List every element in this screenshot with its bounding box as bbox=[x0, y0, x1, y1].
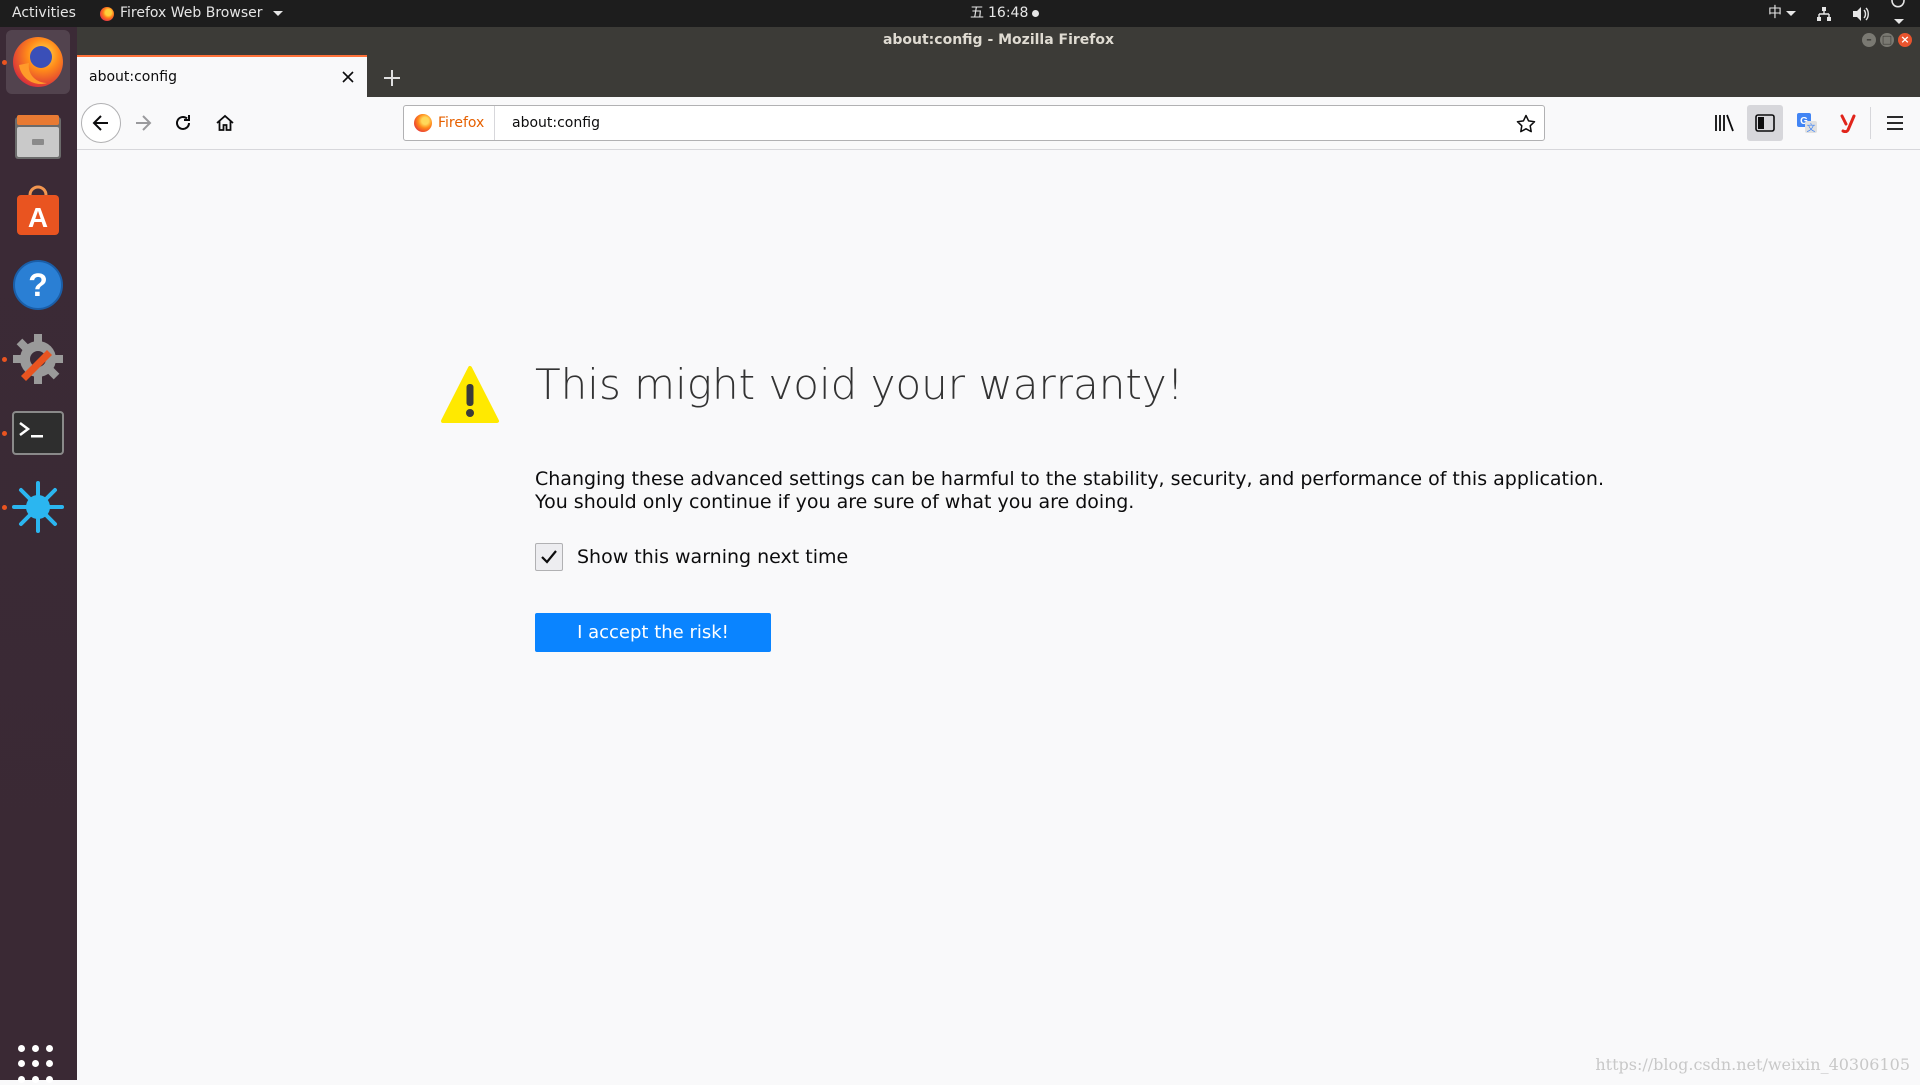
terminal-icon bbox=[12, 411, 64, 455]
files-icon bbox=[15, 115, 61, 159]
chevron-down-icon bbox=[272, 11, 283, 16]
watermark: https://blog.csdn.net/weixin_40306105 bbox=[1595, 1055, 1910, 1074]
running-indicator bbox=[2, 60, 7, 65]
show-warning-checkbox[interactable] bbox=[535, 543, 563, 571]
youdao-extension-button[interactable] bbox=[1830, 105, 1866, 141]
dock-item-files[interactable] bbox=[6, 105, 70, 169]
svg-text:文: 文 bbox=[1806, 122, 1815, 133]
dock-item-app[interactable] bbox=[2, 475, 70, 539]
dock-item-software[interactable]: A bbox=[6, 179, 70, 243]
warning-description-line: Changing these advanced settings can be … bbox=[535, 468, 1604, 490]
show-warning-label[interactable]: Show this warning next time bbox=[577, 545, 848, 569]
arrow-left-icon bbox=[92, 115, 108, 131]
chevron-down-icon bbox=[1786, 10, 1796, 16]
arrow-right-icon bbox=[136, 115, 152, 131]
window-controls: – □ × bbox=[1862, 33, 1912, 47]
firefox-icon bbox=[100, 6, 114, 21]
navigation-toolbar: Firefox about:config G 文 bbox=[77, 97, 1920, 150]
tab-title: about:config bbox=[89, 69, 177, 85]
home-button[interactable] bbox=[207, 105, 243, 141]
firefox-icon bbox=[13, 37, 63, 87]
page-title: This might void your warranty! bbox=[535, 360, 1184, 409]
settings-icon bbox=[13, 334, 63, 384]
clock-day: 五 bbox=[970, 5, 984, 21]
identity-label: Firefox bbox=[438, 115, 485, 131]
library-icon bbox=[1715, 114, 1734, 132]
warning-icon bbox=[441, 366, 499, 423]
url-bar[interactable]: Firefox about:config bbox=[403, 105, 1545, 141]
youdao-icon bbox=[1840, 114, 1856, 133]
reload-button[interactable] bbox=[165, 105, 201, 141]
input-method-label: 中 bbox=[1768, 5, 1782, 21]
dock-item-settings[interactable] bbox=[2, 327, 70, 391]
running-indicator bbox=[2, 357, 7, 362]
forward-button[interactable] bbox=[125, 105, 161, 141]
power-icon bbox=[1891, 0, 1905, 8]
show-applications-button[interactable] bbox=[18, 1045, 58, 1085]
dock: A ? bbox=[0, 27, 77, 1083]
bookmark-star-icon[interactable] bbox=[1516, 114, 1536, 134]
notification-dot-icon bbox=[1032, 10, 1040, 17]
firefox-icon bbox=[414, 114, 432, 132]
dock-item-terminal[interactable] bbox=[2, 401, 70, 465]
tab-about-config[interactable]: about:config bbox=[77, 55, 367, 98]
close-tab-icon[interactable] bbox=[341, 70, 355, 84]
checkmark-icon bbox=[541, 550, 557, 564]
page-content: This might void your warranty! Changing … bbox=[77, 150, 1920, 1080]
reload-icon bbox=[176, 115, 190, 130]
identity-box[interactable]: Firefox bbox=[404, 106, 496, 140]
title-bar: about:config - Mozilla Firefox – □ × abo… bbox=[77, 27, 1920, 98]
home-icon bbox=[216, 114, 234, 131]
firefox-window: about:config - Mozilla Firefox – □ × abo… bbox=[77, 27, 1920, 1080]
dock-item-help[interactable]: ? bbox=[6, 253, 70, 317]
volume-icon[interactable] bbox=[1852, 6, 1870, 22]
top-bar: Activities Firefox Web Browser 五 16:48 中 bbox=[0, 0, 1920, 27]
dock-item-firefox[interactable] bbox=[2, 30, 70, 94]
help-icon: ? bbox=[13, 260, 63, 310]
maximize-button[interactable]: □ bbox=[1880, 33, 1894, 47]
open-menu-button[interactable] bbox=[1877, 105, 1913, 141]
minimize-button[interactable]: – bbox=[1862, 33, 1876, 47]
input-method-indicator[interactable]: 中 bbox=[1768, 0, 1796, 27]
back-button[interactable] bbox=[81, 103, 121, 143]
app-menu[interactable]: Firefox Web Browser bbox=[100, 0, 283, 27]
clock-time: 16:48 bbox=[988, 5, 1029, 21]
translate-extension-button[interactable]: G 文 bbox=[1789, 105, 1825, 141]
svg-text:A: A bbox=[28, 202, 48, 233]
system-tray[interactable]: 中 bbox=[1768, 0, 1906, 27]
sidebar-toggle-button[interactable] bbox=[1747, 105, 1783, 141]
running-indicator bbox=[2, 431, 7, 436]
toolbar-separator bbox=[1870, 107, 1871, 139]
google-translate-icon: G 文 bbox=[1797, 113, 1817, 133]
window-title: about:config - Mozilla Firefox bbox=[882, 32, 1115, 48]
library-button[interactable] bbox=[1707, 105, 1743, 141]
activities-button[interactable]: Activities bbox=[12, 0, 76, 27]
url-input[interactable]: about:config bbox=[512, 106, 600, 140]
warning-description: Changing these advanced settings can be … bbox=[535, 468, 1635, 514]
running-indicator bbox=[2, 505, 7, 510]
svg-text:?: ? bbox=[28, 267, 48, 303]
warning-description-line: You should only continue if you are sure… bbox=[535, 491, 1135, 513]
sidebar-icon bbox=[1755, 114, 1775, 132]
clock[interactable]: 五 16:48 bbox=[970, 0, 1040, 27]
chevron-down-icon bbox=[1894, 18, 1904, 24]
new-tab-icon[interactable] bbox=[379, 65, 405, 91]
accept-risk-button[interactable]: I accept the risk! bbox=[535, 613, 771, 652]
software-icon: A bbox=[17, 185, 59, 235]
hamburger-menu-icon bbox=[1887, 116, 1903, 130]
app-menu-label: Firefox Web Browser bbox=[120, 5, 263, 21]
close-window-button[interactable]: × bbox=[1898, 33, 1912, 47]
star-burst-icon bbox=[12, 481, 64, 533]
network-icon[interactable] bbox=[1816, 6, 1832, 22]
